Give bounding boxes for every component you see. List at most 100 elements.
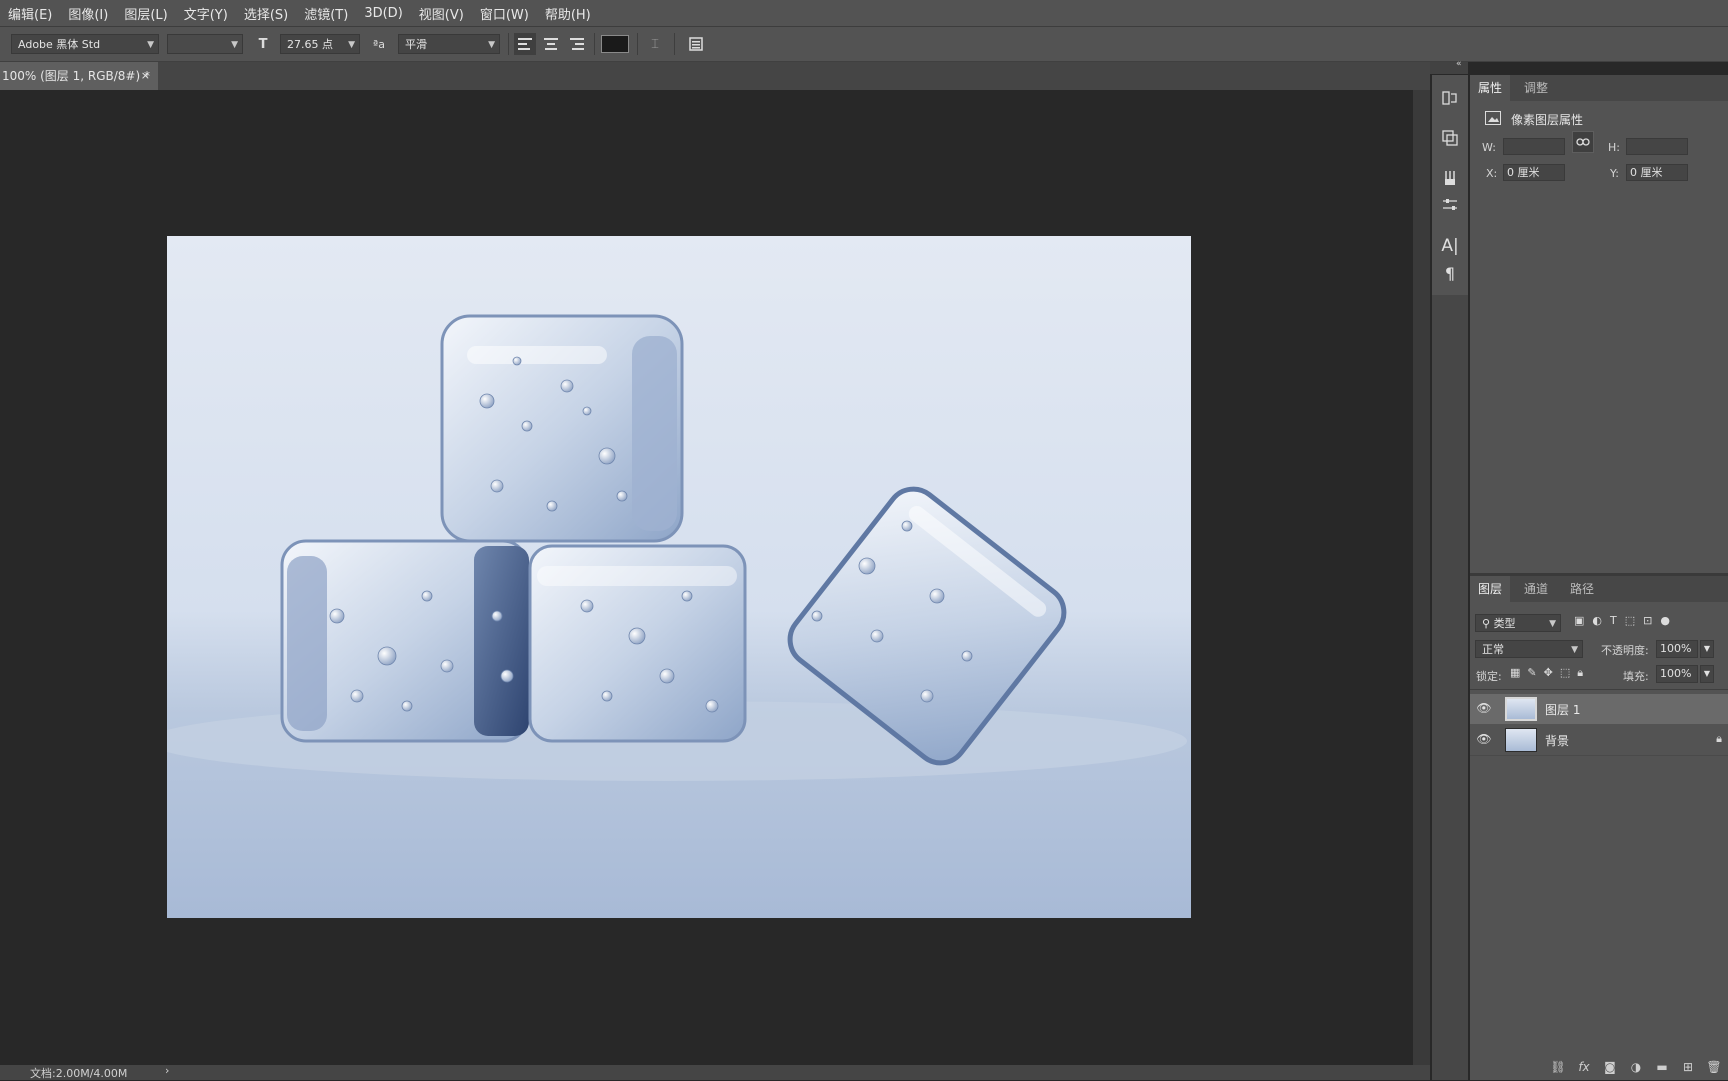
menu-type[interactable]: 文字(Y) (176, 4, 236, 23)
menu-layer[interactable]: 图层(L) (116, 4, 175, 23)
menu-view[interactable]: 视图(V) (411, 4, 472, 23)
tab-properties[interactable]: 属性 (1470, 75, 1511, 101)
blend-mode-select[interactable]: 正常 ▼ (1475, 640, 1583, 658)
lock-all-icon[interactable]: 🔒︎ (1577, 666, 1583, 680)
lock-position-move-icon[interactable]: ✥ (1544, 666, 1553, 680)
delete-trash-icon[interactable]: 🗑︎ (1704, 1060, 1724, 1074)
pixel-layer-icon (1485, 111, 1501, 125)
panel-collapse-bar[interactable]: « (1430, 59, 1468, 74)
filter-adjustment-icon[interactable]: ◐ (1592, 614, 1602, 627)
close-icon[interactable]: × (141, 62, 150, 90)
opacity-label: 不透明度: (1601, 644, 1649, 657)
filter-pixel-icon[interactable]: ▣ (1574, 614, 1584, 627)
layer-row-background[interactable]: 👁︎ 背景 🔒︎ (1470, 725, 1728, 755)
tab-channels[interactable]: 通道 (1516, 576, 1556, 602)
menu-3d[interactable]: 3D(D) (356, 6, 410, 21)
align-right-icon[interactable] (566, 33, 588, 55)
filter-type-icon[interactable]: T (1610, 614, 1617, 627)
document-size-status: 文档:2.00M/4.00M (30, 1067, 128, 1080)
divider (1470, 755, 1728, 756)
opacity-field[interactable]: 100% (1656, 640, 1698, 658)
menu-help[interactable]: 帮助(H) (537, 4, 599, 23)
font-style-select[interactable]: ▼ (167, 34, 243, 54)
text-color-swatch[interactable] (601, 35, 629, 53)
lock-pixels-brush-icon[interactable]: ✎ (1527, 666, 1536, 680)
options-bar: Adobe 黑体 Std ▼ ▼ T 27.65 点 ▼ ªa 平滑 ▼ ⌶ (0, 27, 1728, 62)
menu-edit[interactable]: 编辑(E) (0, 4, 60, 23)
history-icon[interactable] (1432, 85, 1468, 111)
lock-artboard-icon[interactable]: ⬚ (1560, 666, 1570, 680)
menu-filter[interactable]: 滤镜(T) (296, 4, 356, 23)
link-dimensions-icon[interactable] (1572, 131, 1594, 153)
collapse-arrows-icon[interactable]: « (1456, 59, 1462, 69)
status-bar: 文档:2.00M/4.00M › (0, 1064, 1430, 1080)
vertical-scrollbar[interactable] (1413, 90, 1430, 1065)
swatches-icon[interactable] (1432, 125, 1468, 151)
lock-icons: ▦ ✎ ✥ ⬚ 🔒︎ (1510, 666, 1583, 680)
layer-row-layer-1[interactable]: 👁︎ 图层 1 (1470, 694, 1728, 724)
collapsed-panel-dock: A| ¶ (1432, 75, 1468, 295)
adjustments-sliders-icon[interactable] (1432, 192, 1468, 218)
character-panel-icon[interactable] (685, 33, 707, 55)
y-position-field[interactable]: 0 厘米 (1626, 164, 1688, 181)
fill-label: 填充: (1623, 670, 1649, 683)
x-position-field[interactable]: 0 厘米 (1503, 164, 1565, 181)
antialias-icon: ªa (373, 37, 385, 51)
height-field[interactable] (1626, 138, 1688, 155)
antialias-select[interactable]: 平滑 ▼ (398, 34, 500, 54)
add-mask-icon[interactable]: ◙ (1600, 1060, 1620, 1074)
ice-cube-top (440, 314, 684, 543)
eye-icon[interactable]: 👁︎ (1476, 732, 1492, 748)
height-label: H: (1608, 141, 1620, 154)
tab-layers[interactable]: 图层 (1470, 576, 1511, 602)
new-layer-icon[interactable]: ⊞ (1678, 1060, 1698, 1074)
new-group-folder-icon[interactable]: ▬ (1652, 1060, 1672, 1074)
blend-mode-value: 正常 (1482, 643, 1504, 656)
properties-title: 像素图层属性 (1511, 113, 1584, 127)
fill-field[interactable]: 100% (1656, 665, 1698, 683)
warp-text-icon[interactable]: ⌶ (644, 33, 666, 55)
width-label: W: (1482, 141, 1496, 154)
divider (594, 33, 595, 55)
character-icon[interactable]: A| (1432, 233, 1468, 259)
font-family-select[interactable]: Adobe 黑体 Std ▼ (11, 34, 159, 54)
adjustment-layer-icon[interactable]: ◑ (1626, 1060, 1646, 1074)
layer-filter-select[interactable]: ⚲ 类型 ▼ (1475, 614, 1561, 632)
chevron-down-icon: ▼ (147, 40, 154, 50)
fill-dropdown-icon[interactable]: ▼ (1700, 665, 1714, 683)
chevron-down-icon: ▼ (488, 40, 495, 50)
brushes-icon[interactable] (1432, 165, 1468, 191)
filter-shape-icon[interactable]: ⬚ (1625, 614, 1635, 627)
search-icon: ⚲ (1482, 617, 1494, 630)
filter-toggle-icon[interactable]: ● (1660, 614, 1670, 627)
opacity-dropdown-icon[interactable]: ▼ (1700, 640, 1714, 658)
document-tab-bar (0, 62, 1430, 90)
divider (508, 33, 509, 55)
layers-bottom-toolbar: ⛓ fx ◙ ◑ ▬ ⊞ 🗑︎ (1470, 1057, 1728, 1077)
align-center-icon[interactable] (540, 33, 562, 55)
link-layers-icon[interactable]: ⛓ (1548, 1060, 1568, 1074)
fx-icon[interactable]: fx (1574, 1060, 1594, 1074)
dock-empty-area (1432, 295, 1468, 1080)
font-size-select[interactable]: 27.65 点 ▼ (280, 34, 360, 54)
filter-smart-object-icon[interactable]: ⊡ (1643, 614, 1652, 627)
align-left-icon[interactable] (514, 33, 536, 55)
status-menu-arrow[interactable]: › (165, 1064, 169, 1077)
eye-icon[interactable]: 👁︎ (1476, 701, 1492, 717)
paragraph-icon[interactable]: ¶ (1432, 260, 1468, 286)
menu-image[interactable]: 图像(I) (60, 4, 116, 23)
tab-adjustments[interactable]: 调整 (1516, 75, 1556, 101)
chevron-down-icon: ▼ (1549, 619, 1556, 629)
divider (1470, 689, 1728, 690)
y-label: Y: (1610, 167, 1619, 180)
lock-label: 锁定: (1476, 670, 1502, 683)
document-canvas-image[interactable] (167, 236, 1191, 918)
tab-paths[interactable]: 路径 (1562, 576, 1602, 602)
menu-select[interactable]: 选择(S) (236, 4, 296, 23)
width-field[interactable] (1503, 138, 1565, 155)
menu-window[interactable]: 窗口(W) (472, 4, 537, 23)
font-family-value: Adobe 黑体 Std (18, 38, 101, 51)
antialias-value: 平滑 (405, 38, 427, 51)
lock-transparency-icon[interactable]: ▦ (1510, 666, 1520, 680)
document-tab[interactable]: 100% (图层 1, RGB/8#) * × (0, 62, 158, 90)
